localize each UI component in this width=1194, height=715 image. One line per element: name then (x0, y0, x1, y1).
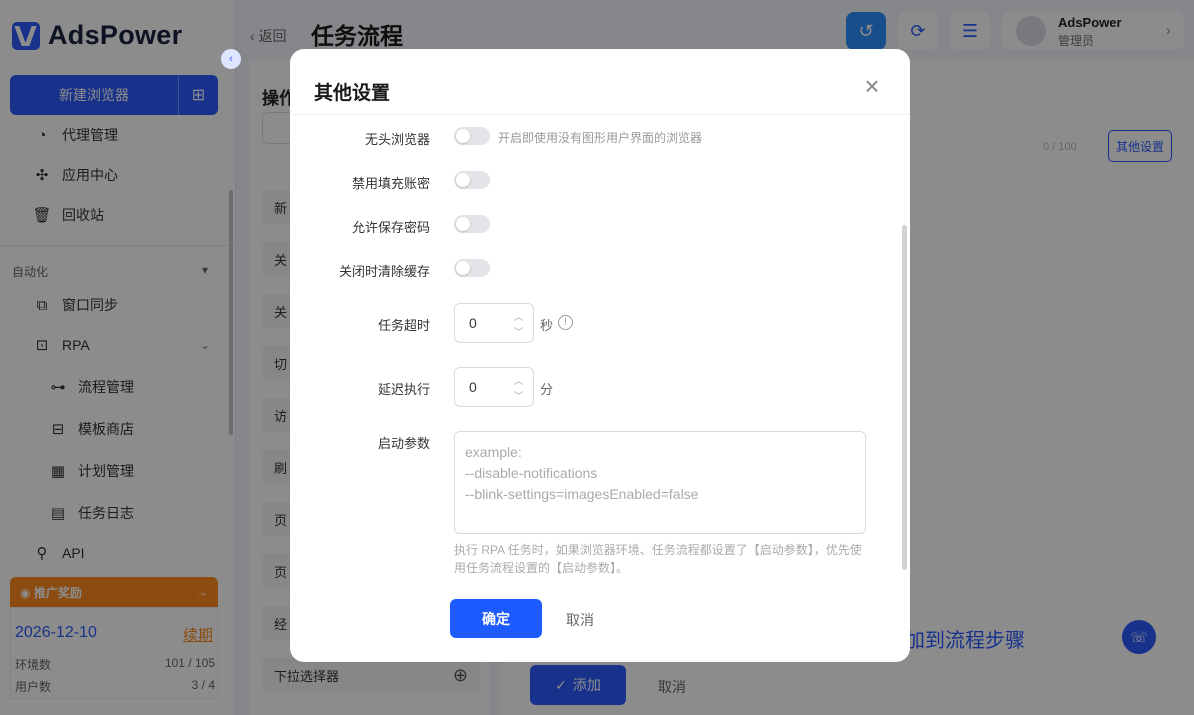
clear-cache-label: 关闭时清除缓存 (338, 264, 430, 279)
disable-fill-toggle[interactable] (454, 171, 490, 189)
cancel-button[interactable]: 取消 (566, 610, 594, 630)
delay-stepper[interactable]: 0 ︿ ﹀ (454, 367, 534, 407)
launch-params-label: 启动参数 (377, 436, 430, 451)
headless-hint: 开启即使用没有图形用户界面的浏览器 (498, 131, 703, 145)
timeout-unit: 秒 (540, 318, 554, 333)
delay-label: 延迟执行 (377, 382, 430, 397)
timeout-stepper[interactable]: 0 ︿ ﹀ (454, 303, 534, 343)
close-icon[interactable]: × (860, 73, 884, 99)
dialog-scrollbar[interactable] (902, 225, 907, 570)
confirm-button[interactable]: 确定 (450, 599, 542, 638)
headless-label: 无头浏览器 (364, 132, 430, 147)
stepper-down-icon[interactable]: ﹀ (514, 389, 523, 402)
stepper-up-icon[interactable]: ︿ (514, 310, 523, 323)
stepper-up-icon[interactable]: ︿ (514, 374, 523, 387)
timeout-value[interactable]: 0 (469, 315, 477, 331)
dialog-title: 其他设置 (314, 83, 391, 104)
delay-unit: 分 (540, 382, 554, 397)
headless-toggle[interactable] (454, 127, 490, 145)
allow-save-password-toggle[interactable] (454, 215, 490, 233)
collapse-sidebar-button[interactable]: ‹ (221, 49, 241, 69)
stepper-down-icon[interactable]: ﹀ (514, 325, 523, 338)
delay-value[interactable]: 0 (469, 379, 477, 395)
info-icon[interactable]: ! (558, 315, 573, 330)
clear-cache-toggle[interactable] (454, 259, 490, 277)
launch-params-textarea[interactable]: example: --disable-notifications --blink… (454, 431, 866, 534)
timeout-label: 任务超时 (377, 318, 430, 333)
dialog-divider (290, 114, 910, 115)
other-settings-dialog: 其他设置 × 无头浏览器 开启即使用没有图形用户界面的浏览器 禁用填充账密 允许… (290, 49, 910, 662)
launch-params-note: 执行 RPA 任务时，如果浏览器环境、任务流程都设置了【启动参数】，优先使用任务… (454, 543, 862, 575)
disable-fill-label: 禁用填充账密 (351, 176, 430, 191)
allow-save-password-label: 允许保存密码 (351, 220, 430, 235)
